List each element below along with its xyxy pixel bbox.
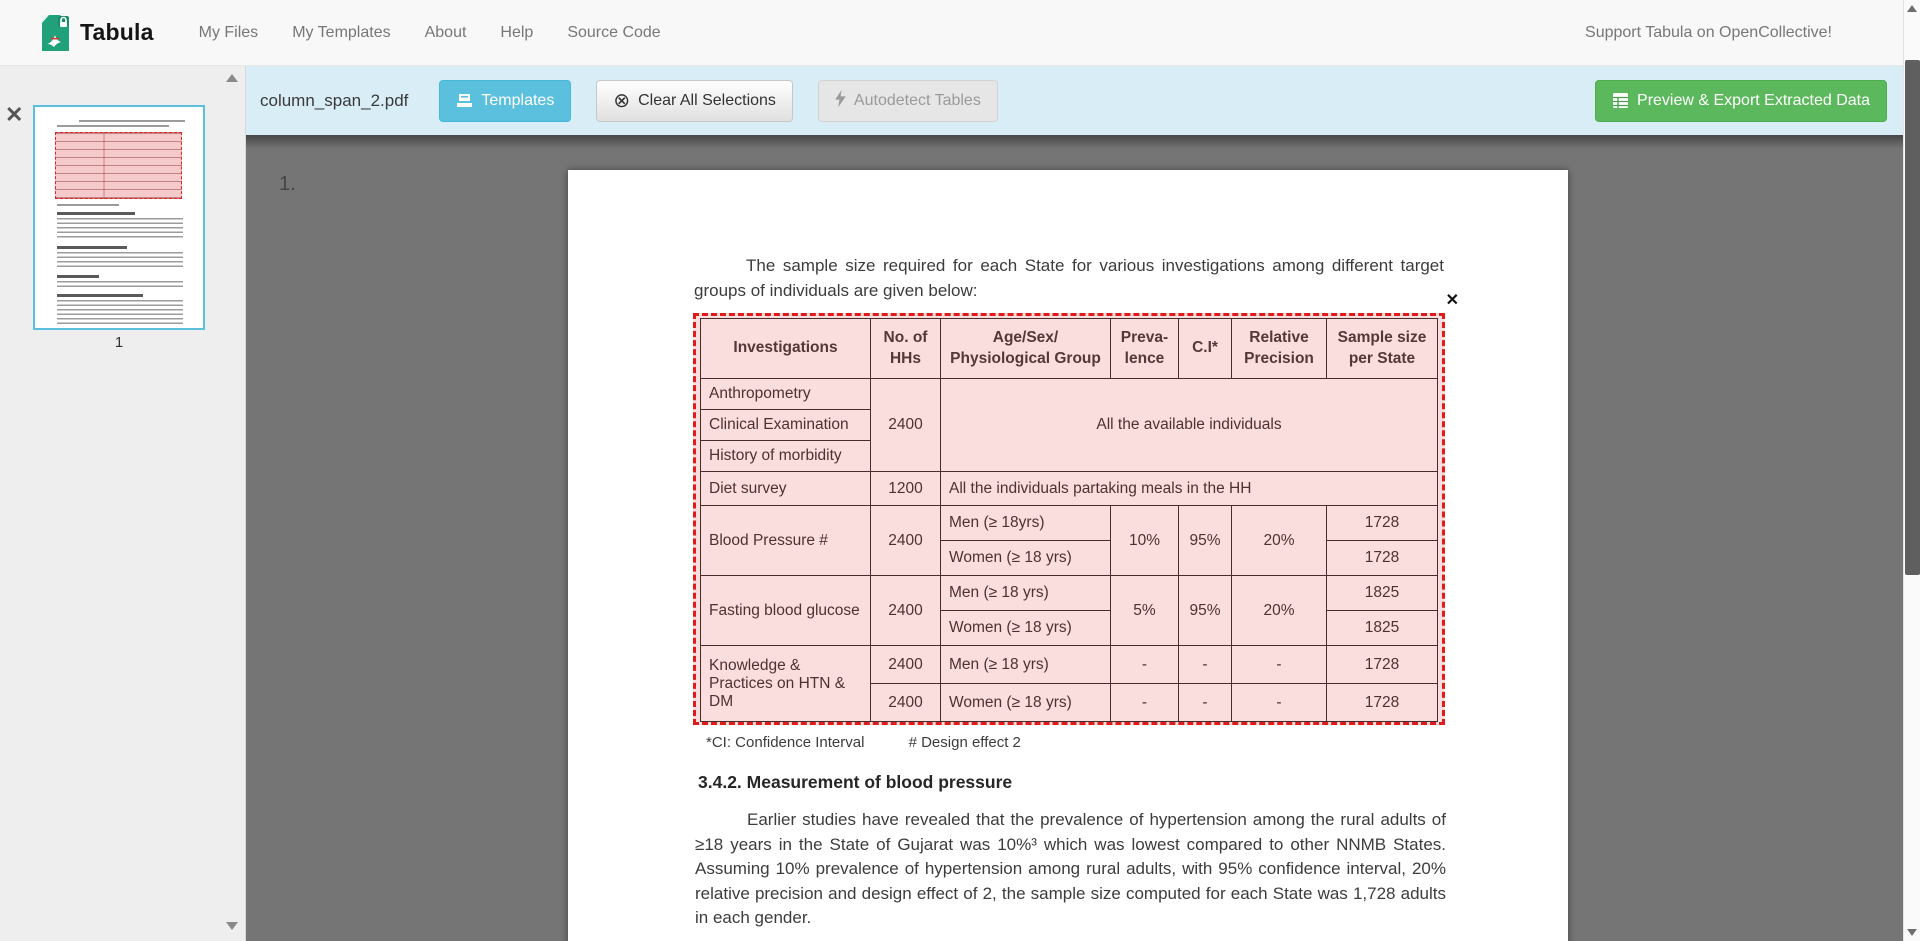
nav-item-my-files[interactable]: My Files: [182, 24, 276, 42]
pdf-stage: 1. The sample size required for each Sta…: [246, 135, 1903, 941]
selection-close-icon[interactable]: ✕: [1446, 290, 1459, 310]
thumb-paragraph: [57, 300, 183, 326]
pdf-page[interactable]: The sample size required for each State …: [568, 170, 1568, 941]
thumb-paragraph: [57, 252, 183, 270]
thumb-heading-line: [57, 294, 143, 297]
preview-export-button[interactable]: Preview & Export Extracted Data: [1595, 80, 1887, 122]
nav-item-about[interactable]: About: [408, 24, 484, 42]
nav-item-source-code[interactable]: Source Code: [550, 24, 677, 42]
thumb-text-line: [57, 125, 169, 127]
templates-icon: [456, 92, 473, 109]
page-thumbnail[interactable]: [33, 105, 205, 330]
templates-button[interactable]: Templates: [439, 80, 571, 122]
stage-page-label: 1.: [279, 173, 296, 196]
thumb-paragraph: [57, 281, 183, 289]
autodetect-tables-button[interactable]: Autodetect Tables: [818, 80, 998, 122]
tabula-logo-icon: [38, 14, 70, 52]
footnote-design-effect: # Design effect 2: [909, 734, 1021, 751]
document-section-heading: 3.4.2. Measurement of blood pressure: [698, 772, 1012, 793]
document-body-paragraph: Earlier studies have revealed that the p…: [695, 808, 1446, 931]
scrollbar-thumb[interactable]: [1905, 60, 1920, 575]
window-scrollbar: [1903, 0, 1920, 941]
thumb-selection-box: [55, 132, 182, 199]
pdf-filename: column_span_2.pdf: [260, 91, 408, 111]
thumb-heading-line: [57, 246, 127, 249]
sidebar-scroll-down-icon[interactable]: [226, 922, 238, 930]
brand-title: Tabula: [80, 19, 154, 46]
export-table-icon: [1612, 92, 1629, 109]
thumb-heading-line: [57, 275, 99, 278]
support-opencollective-link[interactable]: Support Tabula on OpenCollective!: [1585, 24, 1832, 42]
thumbnail-page-number: 1: [33, 334, 205, 351]
clear-all-selections-button[interactable]: ⊗ Clear All Selections: [596, 80, 793, 122]
document-intro-paragraph: The sample size required for each State …: [694, 254, 1444, 303]
nav-item-help[interactable]: Help: [483, 24, 550, 42]
sidebar-scroll-up-icon[interactable]: [226, 74, 238, 82]
toolbar: column_span_2.pdf Templates ⊗ Clear All …: [246, 66, 1903, 135]
scroll-down-icon[interactable]: [1907, 929, 1917, 936]
remove-page-icon[interactable]: ✕: [5, 104, 23, 126]
nav-item-my-templates[interactable]: My Templates: [275, 24, 407, 42]
thumb-heading-line: [57, 212, 135, 215]
document-footnotes: *CI: Confidence Interval # Design effect…: [706, 734, 1061, 751]
scroll-up-icon[interactable]: [1907, 5, 1917, 12]
thumb-text-line: [79, 120, 185, 122]
lightning-bolt-icon: [835, 90, 846, 112]
page-thumbnail-sidebar: ✕ 1: [0, 66, 246, 941]
thumb-paragraph: [57, 218, 183, 240]
thumb-text-line: [57, 204, 119, 206]
brand[interactable]: Tabula: [38, 14, 154, 52]
clear-icon: ⊗: [613, 91, 630, 111]
table-selection-overlay[interactable]: ✕: [693, 313, 1445, 725]
footnote-ci: *CI: Confidence Interval: [706, 734, 864, 751]
navbar: Tabula My Files My Templates About Help …: [0, 0, 1920, 66]
